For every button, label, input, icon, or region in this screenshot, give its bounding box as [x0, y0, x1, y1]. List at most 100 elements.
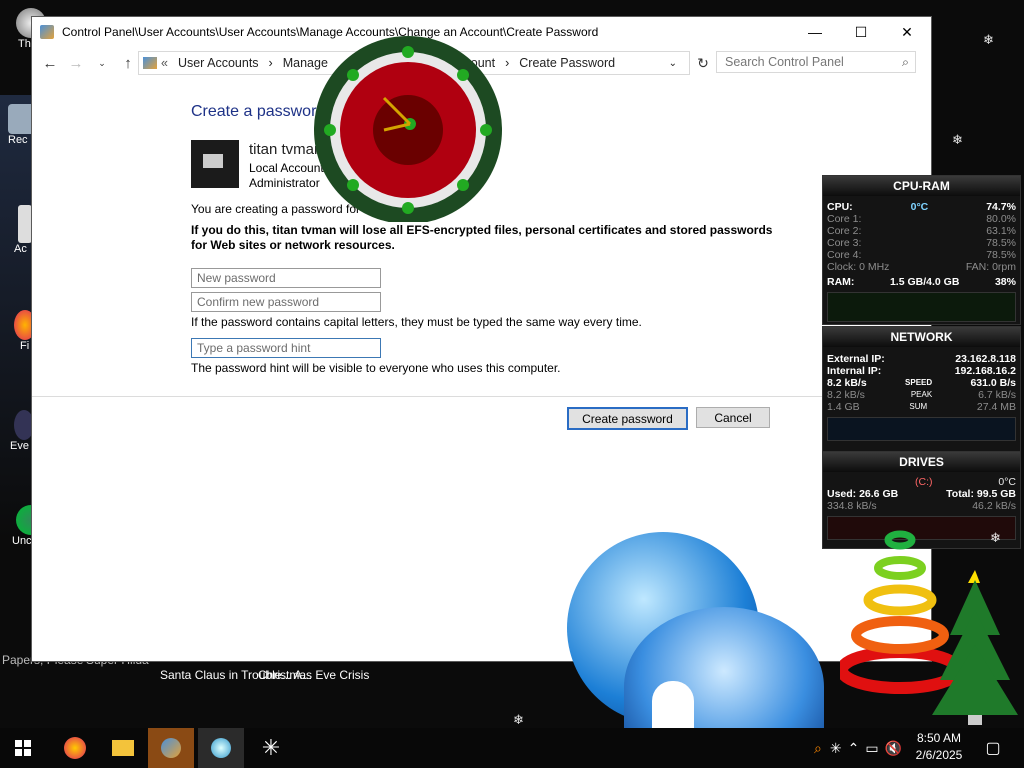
core-percent: 78.5%	[986, 249, 1016, 261]
cpu-label: CPU:	[827, 201, 853, 213]
search-icon: ⌕	[901, 54, 909, 69]
cpu-row: CPU: 0°C 74.7%	[823, 201, 1020, 213]
network-title: NETWORK	[823, 327, 1020, 347]
new-password-placeholder: New password	[197, 271, 276, 285]
breadcrumb-folder-icon	[143, 57, 157, 69]
forward-button[interactable]: →	[63, 50, 89, 76]
peak-row: 8.2 kB/s PEAK 6.7 kB/s	[823, 389, 1020, 401]
confirm-password-field[interactable]: Confirm new password	[191, 292, 381, 312]
snowflake-icon[interactable]: ✳	[830, 740, 842, 757]
control-panel-icon	[161, 738, 181, 758]
refresh-icon[interactable]: ↻	[690, 50, 716, 76]
taskbar-control-panel[interactable]	[148, 728, 194, 768]
minimize-button[interactable]: —	[792, 17, 838, 47]
snowflake-icon: ❄	[952, 132, 963, 147]
snowflake-icon: ❄	[990, 530, 1001, 545]
start-button[interactable]	[0, 728, 46, 768]
network-icon[interactable]: ▭	[865, 740, 878, 757]
password-hint-field[interactable]: Type a password hint	[191, 338, 381, 358]
search-input[interactable]: Search Control Panel ⌕	[716, 51, 916, 73]
control-panel-icon	[40, 25, 54, 39]
core-row: Core 4: 78.5%	[823, 249, 1020, 261]
desktop-icon-unc[interactable]: Unc	[0, 505, 46, 547]
maximize-button[interactable]: ☐	[838, 17, 884, 47]
divider	[32, 396, 931, 397]
speed-down: 8.2 kB/s	[827, 377, 867, 389]
chevron-down-icon[interactable]: ⌄	[669, 58, 677, 69]
external-ip-label: External IP:	[827, 353, 885, 365]
snowflake-icon: ❄	[983, 32, 994, 47]
desktop-icon-ac[interactable]: Ac	[0, 205, 34, 255]
snowflake-icon: ✳	[261, 735, 281, 760]
fan-value: FAN: 0rpm	[965, 261, 1016, 273]
snowflake-icon: ❄	[622, 440, 633, 455]
internal-ip-label: Internal IP:	[827, 365, 882, 377]
core-label: Core 2:	[827, 225, 862, 237]
desktop-icon-recycle[interactable]: Rec	[0, 104, 38, 146]
confirm-password-placeholder: Confirm new password	[197, 295, 320, 309]
drive-header-row: (C:) 0°C	[823, 476, 1020, 488]
breadcrumb-overflow-icon[interactable]: «	[161, 56, 168, 70]
recent-pages-button[interactable]: ⌄	[89, 50, 115, 76]
cpu-ram-title: CPU-RAM	[823, 176, 1020, 196]
peak-up: 6.7 kB/s	[978, 389, 1016, 401]
create-password-button[interactable]: Create password	[567, 407, 688, 430]
ram-value: 1.5 GB/4.0 GB	[889, 276, 960, 288]
speed-row: 8.2 kB/s SPEED 631.0 B/s	[823, 377, 1020, 389]
avatar	[191, 140, 239, 188]
notification-icon: ▢	[985, 740, 1001, 757]
snowflake-icon: ❄	[700, 470, 711, 485]
core-label: Core 4:	[827, 249, 862, 261]
core-label: Core 1:	[827, 213, 862, 225]
volume-muted-icon[interactable]: 🔇	[885, 740, 902, 757]
network-graph	[827, 417, 1016, 441]
internal-ip-row: Internal IP: 192.168.16.2	[823, 365, 1020, 377]
network-gadget[interactable]: NETWORK External IP: 23.162.8.118 Interna…	[822, 326, 1021, 452]
taskbar: ✳ ⌕ ✳ ⌃ ▭ 🔇 8:50 AM 2/6/2025 ▢	[0, 728, 1024, 768]
search-icon[interactable]: ⌕	[814, 740, 822, 757]
core-row: Core 3: 78.5%	[823, 237, 1020, 249]
external-ip-value: 23.162.8.118	[955, 353, 1016, 365]
ram-graph	[827, 292, 1016, 322]
desktop-icon-fi[interactable]: Fi	[0, 310, 36, 352]
up-arrow-icon[interactable]: ⌃	[848, 740, 860, 757]
ram-row: RAM: 1.5 GB/4.0 GB 38%	[823, 276, 1020, 288]
close-button[interactable]: ✕	[884, 17, 930, 47]
folder-icon	[112, 740, 134, 756]
cpu-ram-gadget[interactable]: CPU-RAM CPU: 0°C 74.7% Core 1: 80.0% Core…	[822, 175, 1021, 325]
new-password-field[interactable]: New password	[191, 268, 381, 288]
desktop-icon-this-pc[interactable]: Th	[0, 8, 46, 50]
breadcrumb-user-accounts[interactable]: User Accounts	[178, 56, 259, 70]
search-placeholder: Search Control Panel	[725, 55, 844, 69]
cancel-button[interactable]: Cancel	[696, 407, 770, 428]
taskbar-snowflake-app[interactable]: ✳	[248, 728, 294, 768]
christmas-tree-icon	[932, 570, 1018, 725]
speed-up: 631.0 B/s	[970, 377, 1016, 389]
globe-icon	[211, 738, 231, 758]
password-hint-placeholder: Type a password hint	[197, 341, 311, 355]
warning-text: If you do this, titan tvman will lose al…	[191, 223, 773, 252]
peak-down: 8.2 kB/s	[827, 389, 865, 401]
external-ip-row: External IP: 23.162.8.118	[823, 353, 1020, 365]
cpu-percent: 74.7%	[986, 201, 1016, 213]
sum-label: SUM	[909, 402, 928, 411]
taskbar-file-explorer[interactable]	[100, 728, 146, 768]
clock-label: Clock: 0 MHz	[827, 261, 890, 273]
speed-label: SPEED	[905, 378, 933, 387]
clock-date: 2/6/2025	[915, 748, 963, 762]
snowflake-icon: ❄	[733, 160, 744, 175]
core-percent: 78.5%	[986, 237, 1016, 249]
breadcrumb-create-password[interactable]: Create Password	[519, 56, 615, 70]
notification-button[interactable]: ▢	[970, 728, 1016, 768]
desktop-icon-eve[interactable]: Eve	[0, 410, 34, 452]
ram-percent: 38%	[994, 276, 1016, 288]
desktop-label-christmas-eve[interactable]: Christmas Eve Crisis	[258, 668, 369, 682]
wreath-clock-gadget[interactable]	[300, 12, 510, 224]
clock[interactable]: 8:50 AM 2/6/2025	[910, 730, 968, 764]
taskbar-globe-app[interactable]	[198, 728, 244, 768]
back-button[interactable]: ←	[37, 50, 63, 76]
wreath-clock-icon	[314, 36, 502, 224]
taskbar-firefox[interactable]	[52, 728, 98, 768]
caps-note: If the password contains capital letters…	[191, 315, 642, 329]
christmas-tree[interactable]	[930, 565, 1020, 725]
